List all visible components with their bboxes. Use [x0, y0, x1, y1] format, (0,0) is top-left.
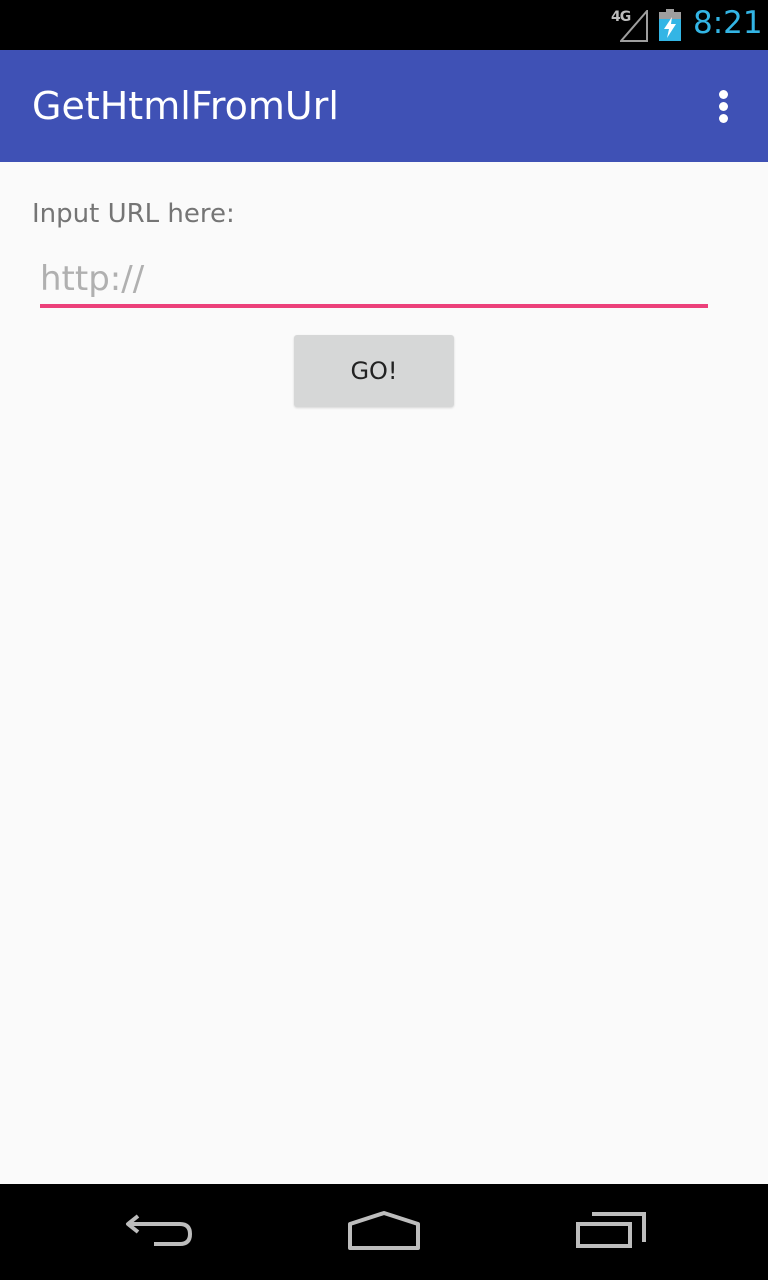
app-bar: GetHtmlFromUrl [0, 50, 768, 162]
back-icon[interactable] [120, 1208, 200, 1256]
signal-icon [620, 10, 648, 42]
url-input[interactable] [40, 254, 708, 308]
more-vert-icon[interactable] [700, 80, 748, 132]
home-icon[interactable] [344, 1208, 424, 1256]
screen: 4G 8:21 GetHtmlFromUrl Input URL here: G… [0, 0, 768, 1280]
recents-icon[interactable] [570, 1208, 650, 1256]
navigation-bar [0, 1184, 768, 1280]
clock: 8:21 [693, 5, 763, 41]
go-button[interactable]: GO! [294, 335, 454, 407]
status-bar: 4G 8:21 [0, 0, 768, 50]
url-label: Input URL here: [32, 199, 235, 229]
app-title: GetHtmlFromUrl [32, 84, 339, 128]
battery-charging-icon [659, 9, 681, 41]
